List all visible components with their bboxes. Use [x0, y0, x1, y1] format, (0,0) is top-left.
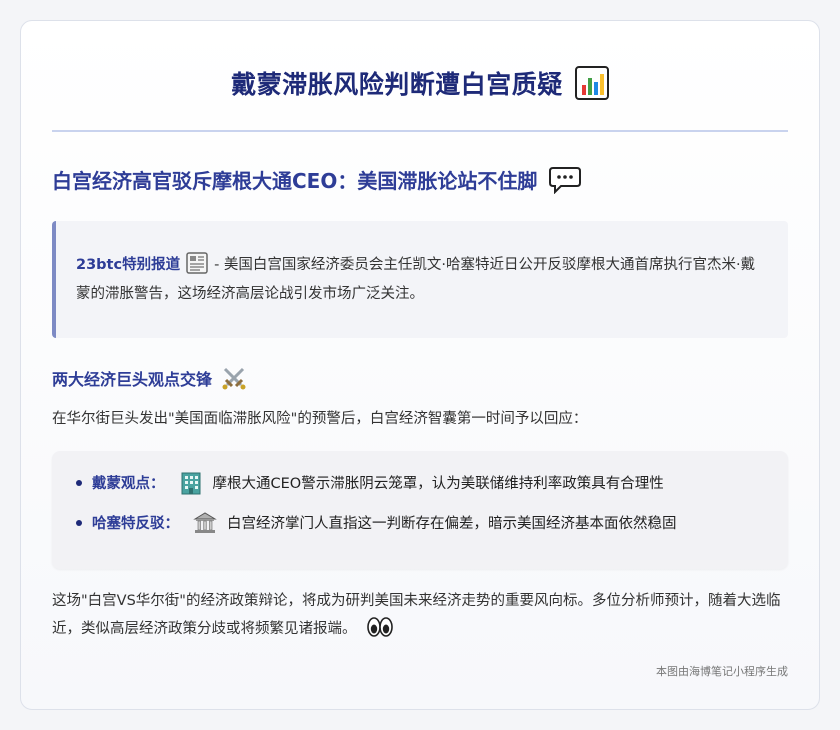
point-label: 戴蒙观点： — [92, 476, 165, 492]
conclusion-text: 这场"白宫VS华尔街"的经济政策辩论，将成为研判美国未来经济走势的重要风向标。多… — [52, 593, 781, 637]
article-card: 戴蒙滞胀风险判断遭白宫质疑 白宫经济高官驳斥摩根大通CEO：美国滞胀论站不住脚 … — [20, 20, 820, 710]
section-heading: 两大经济巨头观点交锋 — [52, 364, 788, 392]
bullet — [76, 479, 82, 486]
newspaper-icon — [186, 252, 208, 274]
office-building-icon — [181, 472, 200, 494]
report-quote: 23btc特别报道 - 美国白宫国家经济委员会主任凯文·哈塞特近日公开反驳摩根大… — [52, 221, 788, 338]
list-item: 哈塞特反驳： 白宫经济掌门人直指这一判断存在偏差，暗示美国经济基本面依然稳固 — [76, 511, 766, 533]
point-label: 哈塞特反驳： — [92, 516, 179, 532]
conclusion-paragraph: 这场"白宫VS华尔街"的经济政策辩论，将成为研判美国未来经济走势的重要风向标。多… — [52, 587, 788, 643]
point-text: 摩根大通CEO警示滞胀阴云笼罩，认为美联储维持利率政策具有合理性 — [212, 476, 664, 492]
subheading-text: 白宫经济高官驳斥摩根大通CEO：美国滞胀论站不住脚 — [52, 169, 538, 193]
bar-chart-icon — [574, 65, 609, 100]
title-row: 戴蒙滞胀风险判断遭白宫质疑 — [52, 21, 788, 132]
point-text: 白宫经济掌门人直指这一判断存在偏差，暗示美国经济基本面依然稳固 — [227, 516, 677, 532]
subheading: 白宫经济高官驳斥摩根大通CEO：美国滞胀论站不住脚 — [52, 165, 788, 194]
crossed-swords-icon — [222, 367, 246, 390]
speech-bubble-icon — [549, 166, 582, 194]
eyes-icon — [366, 617, 393, 637]
classical-building-icon — [193, 511, 217, 533]
bullet — [76, 519, 82, 526]
section-heading-text: 两大经济巨头观点交锋 — [52, 370, 213, 389]
footer-credit: 本图由海博笔记小程序生成 — [656, 665, 788, 678]
section-intro: 在华尔街巨头发出"美国面临滞胀风险"的预警后，白宫经济智囊第一时间予以回应： — [52, 411, 588, 427]
page-title: 戴蒙滞胀风险判断遭白宫质疑 — [231, 69, 563, 99]
viewpoints-list: 戴蒙观点： 摩根大通CEO警示滞胀阴云笼罩，认为美联储维持利率政策具有合理性 哈… — [52, 451, 788, 569]
report-lead: 23btc特别报道 — [76, 257, 181, 273]
list-item: 戴蒙观点： 摩根大通CEO警示滞胀阴云笼罩，认为美联储维持利率政策具有合理性 — [76, 472, 766, 494]
